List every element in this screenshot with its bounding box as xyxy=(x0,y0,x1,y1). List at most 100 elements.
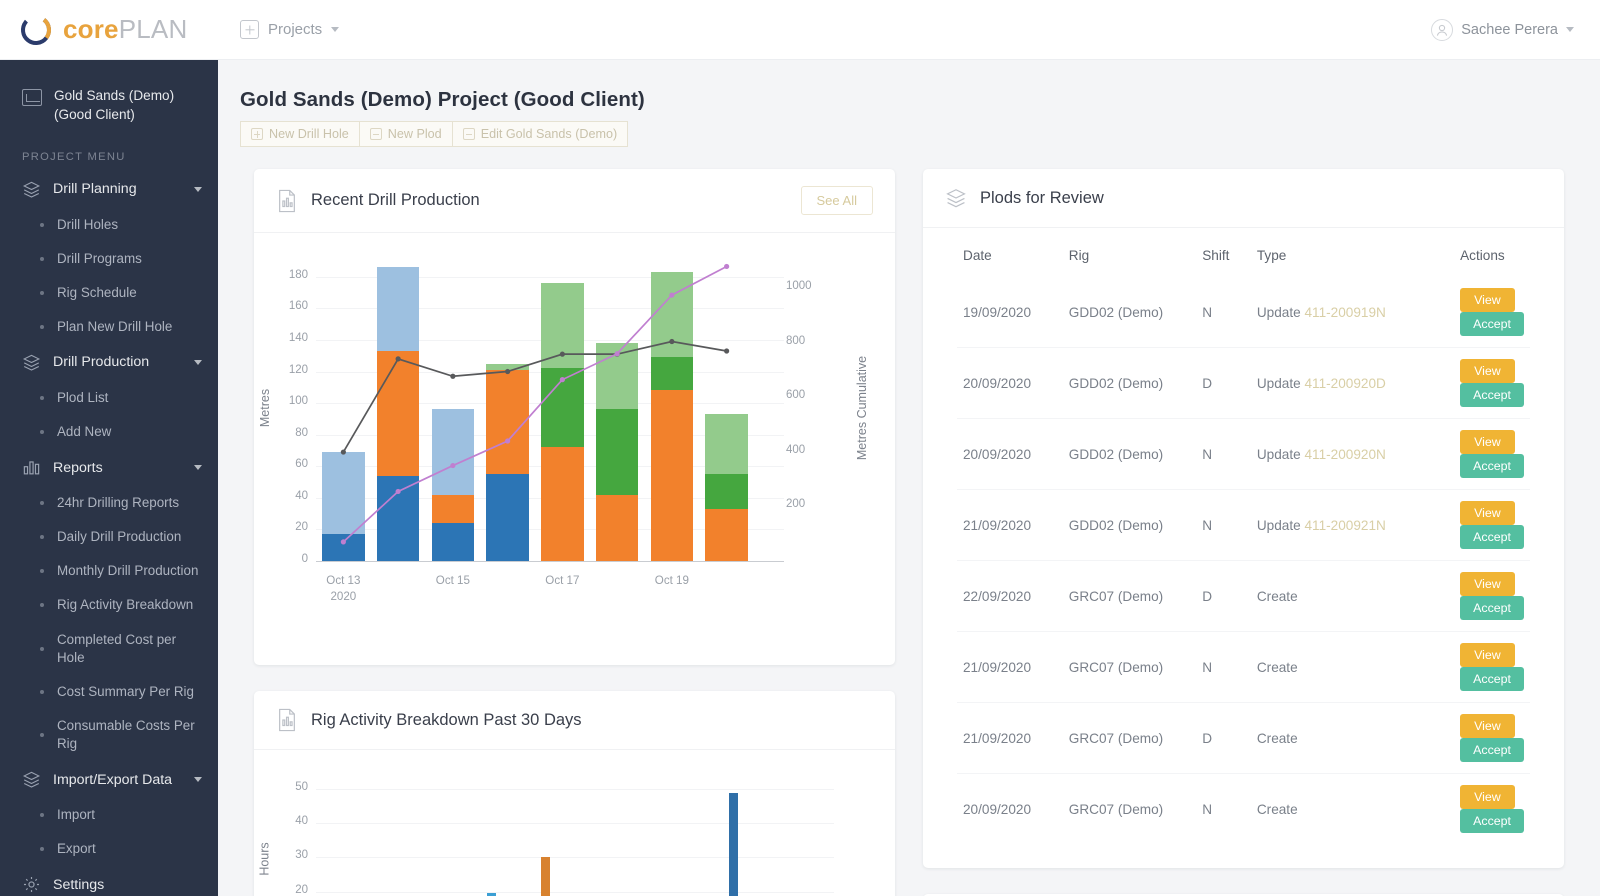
sidebar-item-completed-cost-per-hole[interactable]: Completed Cost per Hole xyxy=(0,623,218,675)
sidebar-project-header[interactable]: Gold Sands (Demo) (Good Client) xyxy=(0,60,218,133)
sidebar-item-daily-drill-production[interactable]: Daily Drill Production xyxy=(0,520,218,554)
new-plod-button[interactable]: New Plod xyxy=(358,121,452,147)
table-row[interactable]: 20/09/2020 GDD02 (Demo) N Update 411-200920… xyxy=(957,418,1530,490)
cell-date: 20/09/2020 xyxy=(957,347,1063,419)
gridline xyxy=(316,857,834,859)
table-row[interactable]: 19/09/2020 GDD02 (Demo) N Update 411-200919… xyxy=(957,277,1530,348)
cell-actions: ViewAccept xyxy=(1454,489,1530,561)
cell-shift: N xyxy=(1202,304,1213,320)
cell-date: 21/09/2020 xyxy=(957,489,1063,561)
sidebar-group-label: Import/Export Data xyxy=(53,771,173,788)
report-icon xyxy=(279,189,295,212)
chevron-down-icon xyxy=(331,27,340,32)
cell-shift: N xyxy=(1196,773,1251,844)
cell-type: Create xyxy=(1250,631,1455,703)
user-menu[interactable]: Sachee Perera xyxy=(1431,18,1574,41)
cell-date: 21/09/2020 xyxy=(957,702,1063,774)
plus-box-icon xyxy=(240,20,259,39)
cell-rig: GDD02 (Demo) xyxy=(1068,304,1164,320)
sidebar-item-plod-list[interactable]: Plod List xyxy=(0,381,218,415)
sidebar: Gold Sands (Demo) (Good Client) PROJECT … xyxy=(0,60,218,896)
sidebar-item-settings[interactable]: Settings xyxy=(0,866,218,896)
y-axis-tick-label: 30 xyxy=(295,849,308,862)
table-row[interactable]: 22/09/2020 GRC07 (Demo) D Create ViewAccept xyxy=(957,560,1530,632)
sidebar-item-export[interactable]: Export xyxy=(0,832,218,866)
table-header-row: Date Rig Shift Type Actions xyxy=(957,228,1530,277)
cell-shift: D xyxy=(1196,702,1251,774)
view-button[interactable]: View xyxy=(1460,359,1515,383)
y-axis-tick-label: 20 xyxy=(295,883,308,896)
accept-button[interactable]: Accept xyxy=(1460,667,1524,691)
nav-projects[interactable]: Projects xyxy=(240,20,340,39)
bullet-icon xyxy=(40,324,44,329)
chevron-down-icon xyxy=(194,186,202,192)
cell-shift: D xyxy=(1196,560,1251,632)
sidebar-item-cost-summary-per-rig[interactable]: Cost Summary Per Rig xyxy=(0,675,218,709)
sidebar-item-label: Completed Cost per Hole xyxy=(57,631,177,665)
cell-shift: D xyxy=(1196,347,1251,419)
sidebar-item-rig-schedule[interactable]: Rig Schedule xyxy=(0,276,218,310)
top-bar: corePLAN Projects Sachee Perera xyxy=(0,0,1600,60)
gridline xyxy=(316,823,834,825)
sidebar-item-rig-activity-breakdown[interactable]: Rig Activity Breakdown xyxy=(0,588,218,622)
accept-button[interactable]: Accept xyxy=(1460,738,1524,762)
cell-actions: ViewAccept xyxy=(1454,347,1530,419)
table-row[interactable]: 21/09/2020 GDD02 (Demo) N Update 411-200921… xyxy=(957,489,1530,561)
chart-rig-activity-breakdown[interactable]: 1020304050Hours xyxy=(254,750,895,896)
view-button[interactable]: View xyxy=(1460,288,1515,312)
view-button[interactable]: View xyxy=(1460,501,1515,525)
sidebar-group-drill-production[interactable]: Drill Production xyxy=(0,344,218,381)
sidebar-group-reports[interactable]: Reports xyxy=(0,449,218,486)
page-title: Gold Sands (Demo) Project (Good Client) xyxy=(240,88,645,111)
accept-button[interactable]: Accept xyxy=(1460,312,1524,336)
button-label: New Drill Hole xyxy=(269,127,349,141)
card-title: Recent Drill Production xyxy=(311,191,480,209)
sidebar-item-drill-programs[interactable]: Drill Programs xyxy=(0,242,218,276)
accept-button[interactable]: Accept xyxy=(1460,454,1524,478)
view-button[interactable]: View xyxy=(1460,785,1515,809)
accept-button[interactable]: Accept xyxy=(1460,383,1524,407)
sidebar-item-drill-holes[interactable]: Drill Holes xyxy=(0,208,218,242)
view-button[interactable]: View xyxy=(1460,714,1515,738)
plus-square-icon xyxy=(251,128,263,140)
col-shift: Shift xyxy=(1202,248,1230,263)
sidebar-item-24hr-drilling-reports[interactable]: 24hr Drilling Reports xyxy=(0,486,218,520)
sidebar-item-monthly-drill-production[interactable]: Monthly Drill Production xyxy=(0,554,218,588)
table-row[interactable]: 20/09/2020 GRC07 (Demo) N Create ViewAccept xyxy=(957,773,1530,844)
view-button[interactable]: View xyxy=(1460,430,1515,454)
cell-actions: ViewAccept xyxy=(1454,277,1530,348)
cell-type: Create xyxy=(1250,560,1455,632)
see-all-button[interactable]: See All xyxy=(800,186,873,215)
bullet-icon xyxy=(40,256,44,261)
bar[interactable] xyxy=(729,792,739,896)
plod-reference: 411-200920D xyxy=(1304,375,1386,391)
view-button[interactable]: View xyxy=(1460,572,1515,596)
accept-button[interactable]: Accept xyxy=(1460,596,1524,620)
chart-recent-drill-production[interactable]: 0 20 40 60 80 100 120 140 160 180 200 400 600 800 1000… xyxy=(254,233,895,665)
bullet-icon xyxy=(40,430,44,435)
bar[interactable] xyxy=(540,857,550,896)
view-button[interactable]: View xyxy=(1460,643,1515,667)
sidebar-item-label: Plod List xyxy=(57,389,109,405)
cell-shift: N xyxy=(1196,418,1251,490)
table-row[interactable]: 20/09/2020 GDD02 (Demo) D Update 411-200920… xyxy=(957,347,1530,419)
table-row[interactable]: 21/09/2020 GRC07 (Demo) D Create ViewAccept xyxy=(957,702,1530,774)
sidebar-group-import-export-data[interactable]: Import/Export Data xyxy=(0,761,218,798)
cell-actions: ViewAccept xyxy=(1454,418,1530,490)
sidebar-group-label: Reports xyxy=(53,459,103,476)
sidebar-group-drill-planning[interactable]: Drill Planning xyxy=(0,171,218,208)
sidebar-item-plan-new-drill-hole[interactable]: Plan New Drill Hole xyxy=(0,310,218,344)
new-drill-hole-button[interactable]: New Drill Hole xyxy=(240,121,359,147)
sidebar-item-import[interactable]: Import xyxy=(0,798,218,832)
sidebar-item-consumable-costs-per-rig[interactable]: Consumable Costs Per Rig xyxy=(0,709,218,761)
edit-project-button[interactable]: Edit Gold Sands (Demo) xyxy=(451,121,629,147)
bullet-icon xyxy=(40,689,44,694)
app-logo[interactable]: corePLAN xyxy=(0,12,218,48)
cell-rig: GDD02 (Demo) xyxy=(1062,489,1197,561)
accept-button[interactable]: Accept xyxy=(1460,809,1524,833)
accept-button[interactable]: Accept xyxy=(1460,525,1524,549)
sidebar-item-add-new[interactable]: Add New xyxy=(0,415,218,449)
bullet-icon xyxy=(40,847,44,852)
table-row[interactable]: 21/09/2020 GRC07 (Demo) N Create ViewAccept xyxy=(957,631,1530,703)
y-axis-title: Hours xyxy=(257,842,272,876)
